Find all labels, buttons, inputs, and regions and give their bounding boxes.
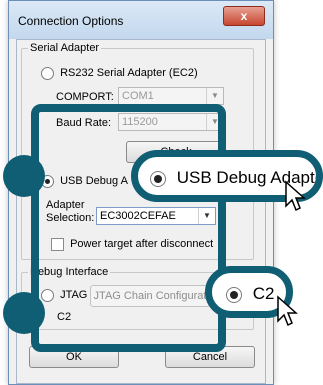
chevron-down-icon: ▼	[206, 88, 223, 104]
rs232-radio-row[interactable]: RS232 Serial Adapter (EC2)	[41, 67, 198, 80]
rs232-radio-label: RS232 Serial Adapter (EC2)	[60, 67, 198, 80]
ok-button-label: OK	[66, 351, 82, 363]
usb-callout-radio	[150, 170, 166, 187]
serial-adapter-group-label: Serial Adapter	[28, 42, 102, 54]
c2-callout-radio	[226, 286, 242, 303]
cancel-button-label: Cancel	[192, 351, 228, 363]
comport-select[interactable]: COM1 ▼	[118, 87, 224, 105]
comport-label: COMPORT:	[56, 91, 114, 103]
close-icon: x	[240, 9, 248, 23]
title-bar: Connection Options x	[9, 1, 273, 39]
window-title: Connection Options	[18, 14, 124, 28]
callout-marker-c2	[3, 292, 45, 334]
highlight-frame	[31, 104, 226, 352]
comport-value: COM1	[122, 90, 154, 102]
mouse-pointer-icon	[285, 180, 306, 212]
mouse-pointer-icon	[277, 295, 298, 327]
callout-marker-usb	[3, 155, 45, 197]
close-button[interactable]: x	[223, 6, 265, 26]
c2-callout-label: C2	[252, 284, 275, 303]
rs232-radio[interactable]	[41, 67, 54, 80]
